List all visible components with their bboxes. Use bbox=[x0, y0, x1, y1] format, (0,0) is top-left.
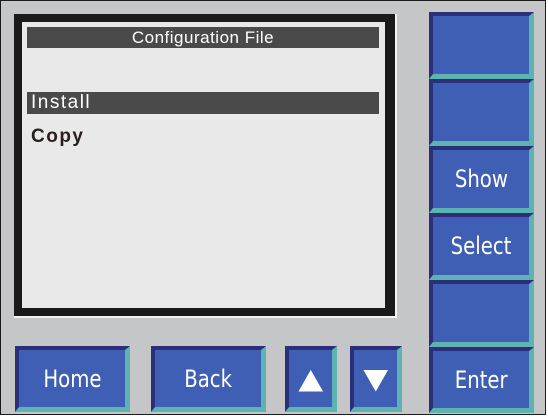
select-button[interactable]: Select bbox=[429, 213, 534, 280]
home-button-label: Home bbox=[42, 364, 102, 393]
arrow-down-icon: ▼ bbox=[363, 362, 388, 395]
back-button[interactable]: Back bbox=[151, 346, 266, 412]
show-button-label: Show bbox=[454, 165, 508, 193]
screen-title: Configuration File bbox=[27, 27, 379, 48]
up-button[interactable]: ▲ bbox=[285, 346, 337, 412]
blank-softkey-1[interactable] bbox=[429, 12, 534, 79]
home-button[interactable]: Home bbox=[15, 346, 130, 412]
lcd-display-area: Configuration File Install Copy bbox=[22, 22, 385, 308]
show-button[interactable]: Show bbox=[429, 146, 534, 213]
enter-button[interactable]: Enter bbox=[429, 347, 534, 413]
select-button-label: Select bbox=[450, 232, 512, 260]
lcd-screen: Configuration File Install Copy bbox=[14, 14, 397, 318]
menu-item-install[interactable]: Install bbox=[27, 92, 379, 114]
back-button-label: Back bbox=[184, 364, 232, 393]
enter-button-label: Enter bbox=[454, 365, 508, 394]
menu-item-copy[interactable]: Copy bbox=[27, 126, 379, 148]
control-panel: Configuration File Install Copy Show Sel… bbox=[0, 0, 546, 415]
blank-softkey-2[interactable] bbox=[429, 79, 534, 146]
down-button[interactable]: ▼ bbox=[350, 346, 402, 412]
arrow-up-icon: ▲ bbox=[298, 362, 323, 395]
blank-softkey-5[interactable] bbox=[429, 280, 534, 347]
